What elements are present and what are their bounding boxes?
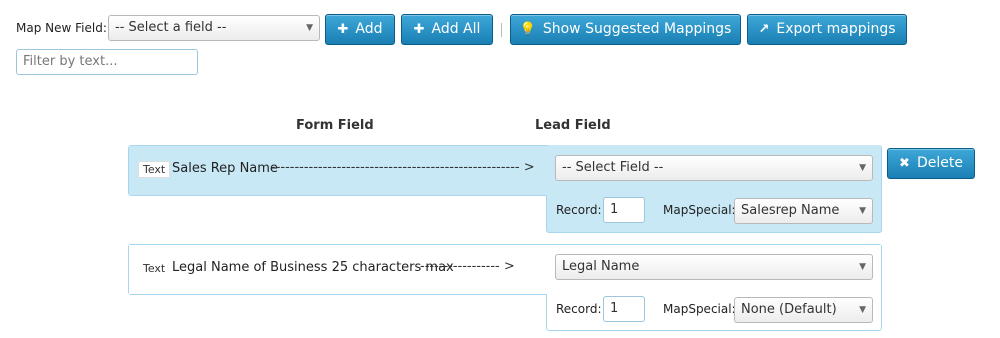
- filter-input[interactable]: Filter by text...: [16, 49, 198, 75]
- lead-field-select-value: Legal Name: [562, 259, 640, 274]
- delete-button-label: Delete: [916, 155, 963, 171]
- export-mappings-button[interactable]: ↗ Export mappings: [747, 14, 907, 45]
- record-input[interactable]: 1: [603, 296, 645, 322]
- export-icon: ↗: [758, 22, 770, 37]
- delete-button[interactable]: ✖ Delete: [887, 148, 975, 179]
- chevron-down-icon: ▼: [306, 23, 313, 33]
- chevron-down-icon: ▼: [859, 262, 866, 272]
- toolbar-divider: [501, 23, 502, 37]
- lightbulb-icon: 💡: [519, 22, 536, 37]
- chevron-down-icon: ▼: [859, 305, 866, 315]
- add-button[interactable]: ✚ Add: [325, 14, 395, 45]
- record-label: Record:: [556, 203, 602, 217]
- mapspecial-select[interactable]: None (Default) ▼: [734, 297, 873, 323]
- lead-field-select[interactable]: -- Select Field -- ▼: [555, 155, 873, 181]
- form-field-name: Legal Name of Business 25 characters max: [172, 260, 454, 275]
- field-type-tag: Text: [138, 161, 171, 178]
- mapspecial-label: MapSpecial:: [663, 203, 736, 217]
- mapping-arrow: ----------------- >: [420, 259, 515, 274]
- form-field-header: Form Field: [296, 118, 374, 133]
- lead-field-header: Lead Field: [535, 118, 611, 133]
- field-select-value: -- Select a field --: [115, 20, 227, 35]
- record-value: 1: [610, 301, 619, 316]
- record-input[interactable]: 1: [603, 197, 645, 223]
- mapspecial-label: MapSpecial:: [663, 302, 736, 316]
- mapspecial-select[interactable]: Salesrep Name ▼: [734, 198, 873, 224]
- show-suggested-mappings-label: Show Suggested Mappings: [542, 21, 732, 37]
- field-select[interactable]: -- Select a field -- ▼: [108, 15, 320, 41]
- add-button-label: Add: [355, 21, 383, 37]
- chevron-down-icon: ▼: [859, 206, 866, 216]
- mapspecial-select-value: None (Default): [741, 302, 837, 317]
- record-value: 1: [610, 202, 619, 217]
- add-all-button-label: Add All: [431, 21, 481, 37]
- lead-field-select-value: -- Select Field --: [562, 160, 664, 175]
- chevron-down-icon: ▼: [859, 163, 866, 173]
- show-suggested-mappings-button[interactable]: 💡 Show Suggested Mappings: [510, 14, 741, 45]
- lead-field-select[interactable]: Legal Name ▼: [555, 254, 873, 280]
- field-type-tag: Text: [138, 260, 171, 277]
- form-field-name: Sales Rep Name: [172, 161, 278, 176]
- mapspecial-select-value: Salesrep Name: [741, 203, 840, 218]
- plus-icon: ✚: [413, 22, 425, 37]
- record-label: Record:: [556, 302, 602, 316]
- plus-icon: ✚: [337, 22, 349, 37]
- filter-placeholder: Filter by text...: [23, 54, 118, 69]
- export-mappings-label: Export mappings: [776, 21, 896, 37]
- map-new-field-label: Map New Field:: [16, 21, 107, 35]
- close-icon: ✖: [899, 156, 910, 171]
- mapping-arrow: ----------------------------------------…: [271, 160, 535, 175]
- add-all-button[interactable]: ✚ Add All: [401, 14, 493, 45]
